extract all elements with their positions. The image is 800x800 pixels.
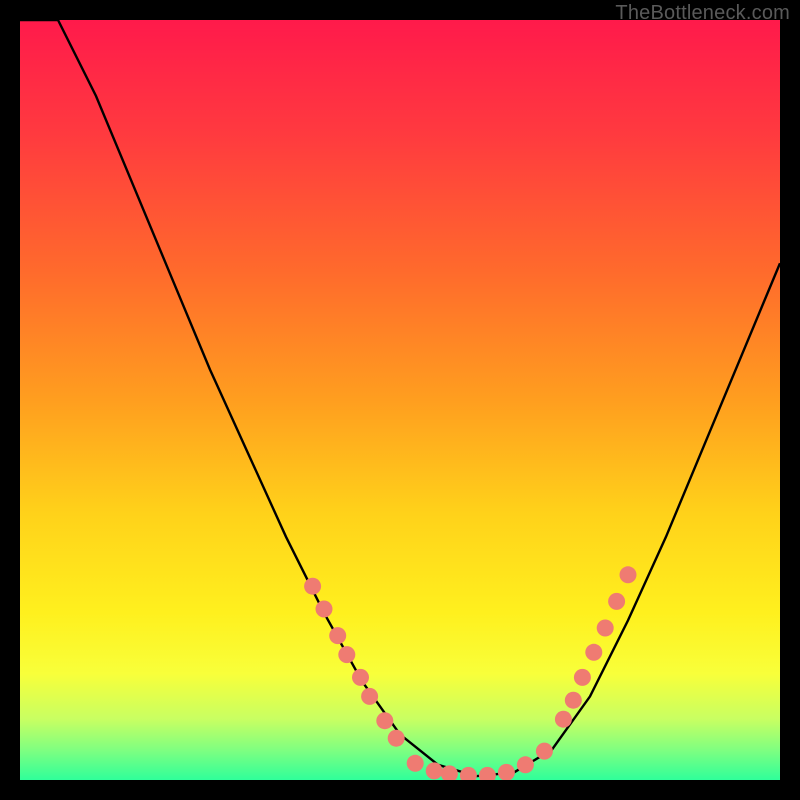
scatter-dot	[376, 712, 393, 729]
scatter-dot	[517, 756, 534, 773]
scatter-dot	[426, 762, 443, 779]
scatter-dot	[536, 743, 553, 760]
scatter-dot	[620, 566, 637, 583]
curve-overlay	[20, 20, 780, 780]
scatter-dot	[316, 601, 333, 618]
scatter-dot	[608, 593, 625, 610]
scatter-dot	[565, 692, 582, 709]
scatter-dot	[329, 627, 346, 644]
scatter-dot	[388, 730, 405, 747]
bottleneck-curve-path	[20, 20, 780, 776]
scatter-dot	[498, 764, 515, 780]
chart-frame: { "attribution": "TheBottleneck.com", "c…	[0, 0, 800, 800]
scatter-dot	[574, 669, 591, 686]
scatter-dot	[352, 669, 369, 686]
scatter-dot	[338, 646, 355, 663]
scatter-dot	[304, 578, 321, 595]
scatter-dot	[555, 711, 572, 728]
scatter-dot	[597, 620, 614, 637]
scatter-dot	[361, 688, 378, 705]
scatter-dot	[460, 767, 477, 780]
attribution-label: TheBottleneck.com	[615, 2, 790, 25]
plot-area	[20, 20, 780, 780]
scatter-dot	[585, 644, 602, 661]
scatter-dot	[479, 767, 496, 780]
scatter-dot	[407, 755, 424, 772]
scatter-dots	[304, 566, 636, 780]
